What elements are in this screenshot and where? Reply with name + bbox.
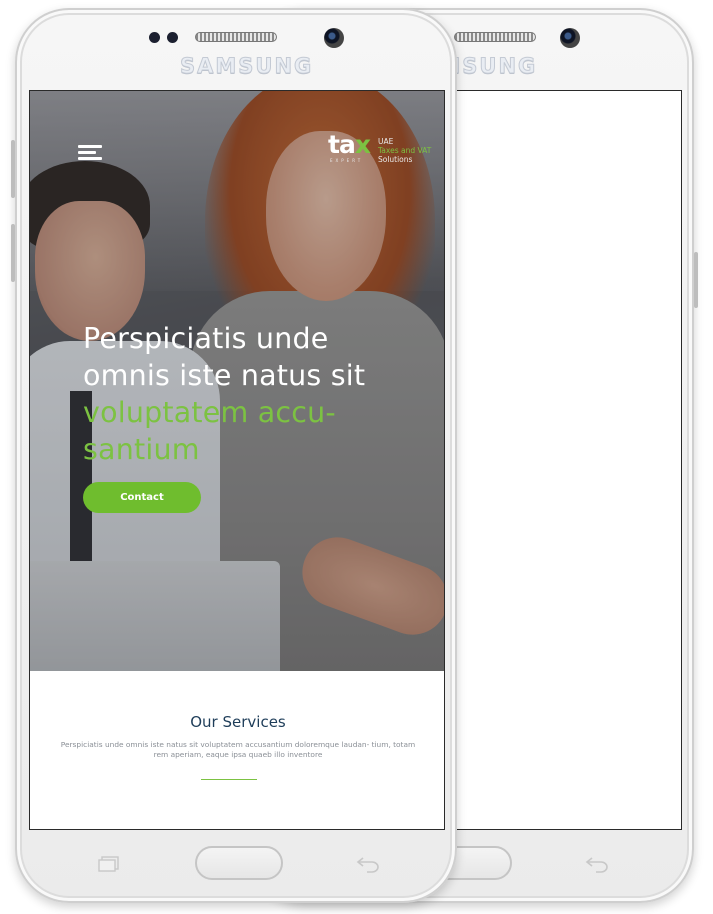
contact-button[interactable]: Contact <box>83 482 201 513</box>
logo-word-x: x <box>354 130 371 159</box>
services-title: Our Services <box>190 713 286 731</box>
volume-button <box>11 140 15 198</box>
speaker-grille <box>454 32 536 42</box>
services-description: Perspiciatis unde omnis iste natus sit v… <box>60 740 416 759</box>
volume-button <box>11 224 15 282</box>
hero-headline: Perspiciatis unde omnis iste natus sit v… <box>83 322 366 466</box>
back-icon[interactable] <box>355 855 381 873</box>
hamburger-menu-icon[interactable] <box>78 145 102 161</box>
speaker-grille <box>195 32 277 42</box>
sensor-dot <box>149 32 160 43</box>
hero-section: tax EXPERT UAE Taxes and VAT Solutions P… <box>30 91 444 671</box>
section-divider <box>201 779 257 780</box>
services-section: Our Services Perspiciatis unde omnis ist… <box>30 671 444 829</box>
logo-subtext: EXPERT <box>330 158 364 163</box>
home-button[interactable] <box>195 846 283 880</box>
site-logo[interactable]: tax EXPERT UAE Taxes and VAT Solutions <box>328 130 432 164</box>
phone-mockup-front: SAMSUNG tax EXPERT UAE Taxes and VAT Sol… <box>15 8 457 903</box>
phone-screen: tax EXPERT UAE Taxes and VAT Solutions P… <box>29 90 445 830</box>
front-camera <box>324 28 344 48</box>
logo-word-ta: ta <box>328 130 356 159</box>
logo-tagline: UAE Taxes and VAT Solutions <box>377 137 432 164</box>
back-icon[interactable] <box>584 855 610 873</box>
power-button <box>694 252 698 308</box>
device-brand: SAMSUNG <box>179 54 314 79</box>
sensor-dot <box>167 32 178 43</box>
recent-apps-icon[interactable] <box>98 856 120 872</box>
front-camera <box>560 28 580 48</box>
